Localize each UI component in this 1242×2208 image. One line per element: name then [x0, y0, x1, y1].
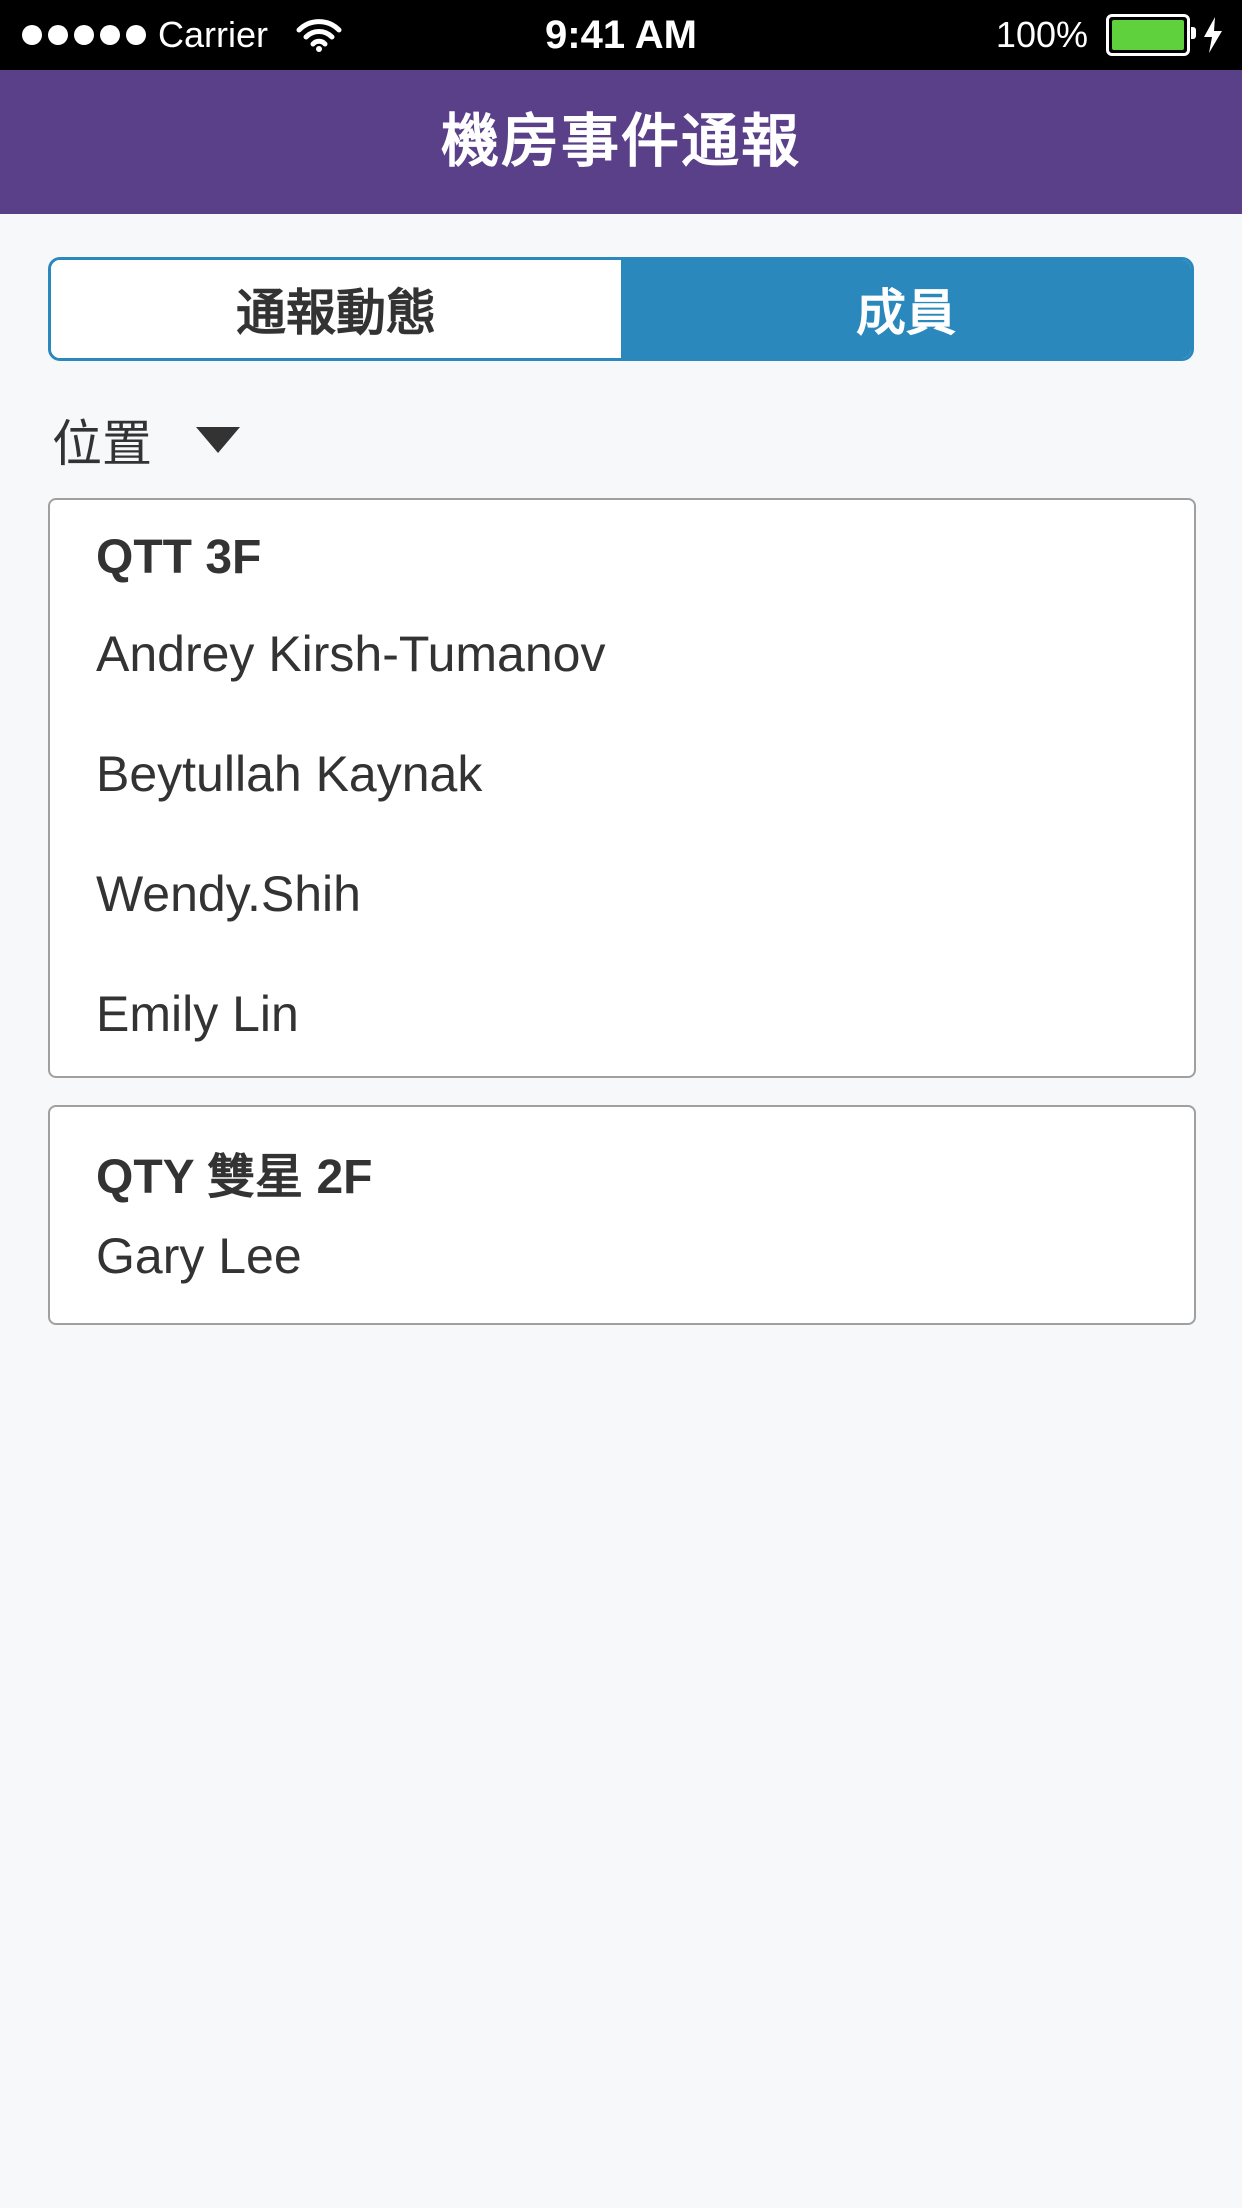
battery-percent: 100% — [995, 14, 1088, 55]
battery-icon — [1106, 14, 1196, 56]
member-item[interactable]: Beytullah Kaynak — [96, 745, 482, 803]
tab-members[interactable]: 成員 — [621, 260, 1191, 358]
nav-header: 機房事件通報 — [0, 70, 1242, 214]
tab-notification-feed[interactable]: 通報動態 — [51, 260, 621, 358]
triangle-down-icon — [196, 427, 240, 453]
member-item[interactable]: Andrey Kirsh-Tumanov — [96, 625, 605, 683]
location-group-card: QTY 雙星 2F Gary Lee — [48, 1105, 1196, 1325]
location-filter-label: 位置 — [52, 416, 152, 472]
signal-dots-icon — [22, 25, 146, 45]
wifi-icon — [296, 19, 342, 52]
charging-bolt-icon — [1204, 17, 1222, 53]
location-group-title: QTY 雙星 2F — [96, 1151, 373, 1204]
status-bar-left: Carrier — [22, 0, 342, 70]
location-filter-dropdown[interactable]: 位置 — [52, 400, 240, 480]
status-bar-right: 100% — [996, 0, 1224, 70]
battery-fill — [1112, 20, 1184, 50]
tab-label: 成員 — [856, 285, 956, 341]
location-group-title: QTT 3F — [96, 531, 262, 584]
carrier-label: Carrier — [158, 14, 269, 55]
segmented-control: 通報動態 成員 — [48, 257, 1194, 361]
page-title: 機房事件通報 — [440, 109, 801, 174]
member-item[interactable]: Wendy.Shih — [96, 865, 361, 923]
location-group-card: QTT 3F Andrey Kirsh-Tumanov Beytullah Ka… — [48, 498, 1196, 1078]
status-bar: Carrier 9:41 AM 100% — [0, 0, 1242, 70]
tab-label: 通報動態 — [236, 285, 436, 341]
member-item[interactable]: Emily Lin — [96, 985, 299, 1043]
member-item[interactable]: Gary Lee — [96, 1227, 302, 1285]
